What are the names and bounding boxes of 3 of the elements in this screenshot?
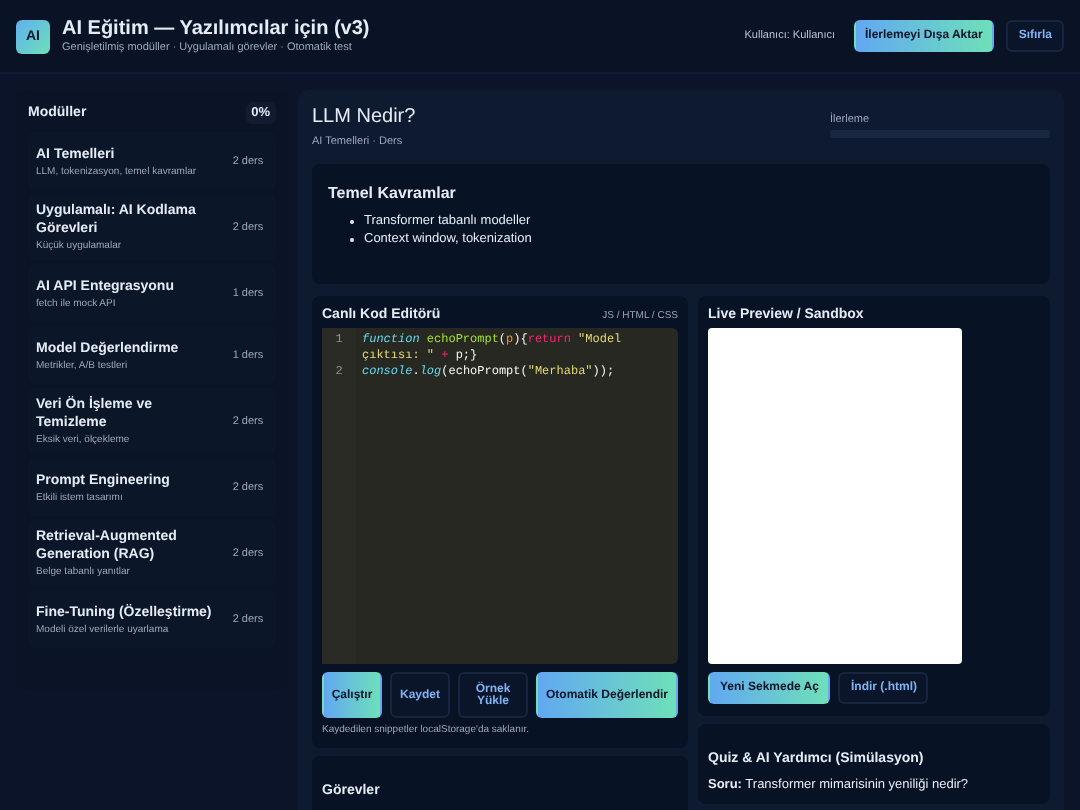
card-title: Temel Kavramlar [328, 184, 458, 202]
app-title: AI Eğitim — Yazılımcılar için (v3) [62, 18, 372, 40]
lesson-title: LLM Nedir? [312, 106, 416, 128]
